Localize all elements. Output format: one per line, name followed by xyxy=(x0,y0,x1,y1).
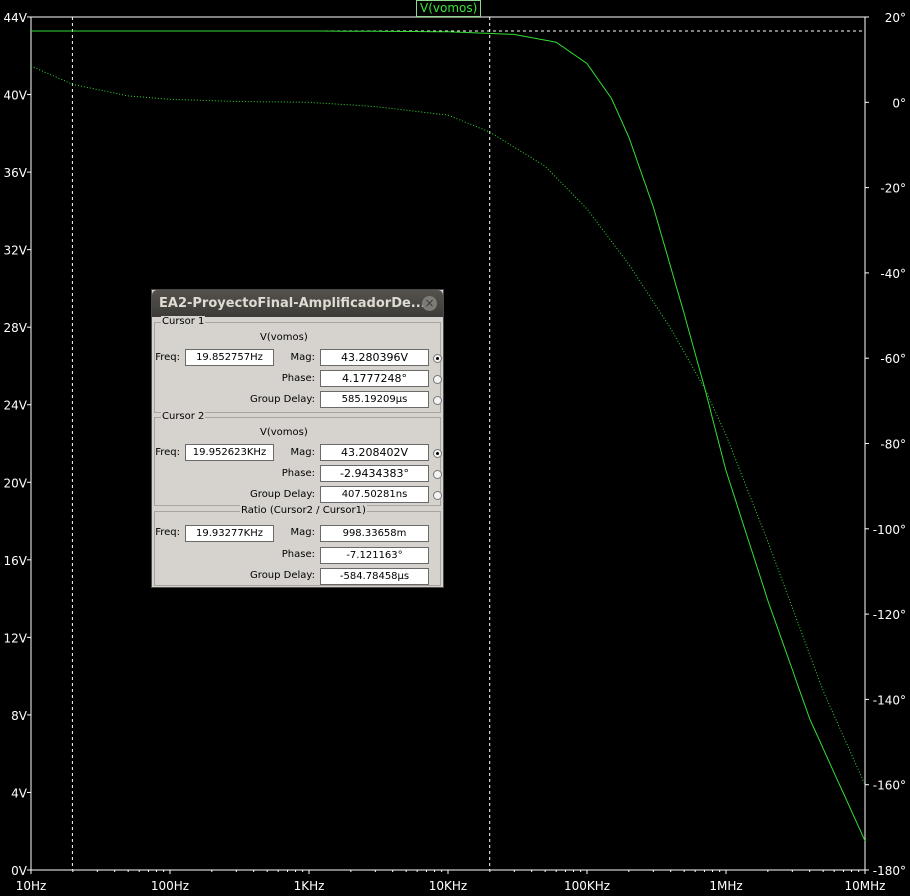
dialog-title-bar[interactable]: EA2-ProyectoFinal-AmplificadorDe... xyxy=(152,290,443,317)
y-right-tick-label: -40° xyxy=(880,267,906,281)
cursor1-gd-field[interactable]: 585.19209µs xyxy=(320,391,429,408)
cursor2-mag-radio[interactable] xyxy=(433,449,442,458)
waveform-plot[interactable]: 10Hz 100Hz 1KHz 10KHz 100KHz 1MHz 10MHz 44V 40V 3… xyxy=(0,0,910,896)
y-right-tick-label: 0° xyxy=(892,96,906,110)
x-tick-label: 100Hz xyxy=(151,879,189,893)
cursor1-gd-label: Group Delay: xyxy=(250,394,315,405)
cursor2-group: Cursor 2 V(vomos) Freq: 19.952623KHz Mag… xyxy=(154,411,442,506)
x-tick-label: 100KHz xyxy=(564,879,610,893)
ratio-phase-label: Phase: xyxy=(281,549,315,560)
close-icon[interactable]: × xyxy=(422,296,437,311)
y-right-tick-label: -60° xyxy=(880,352,906,366)
y-right-tick-label: -160° xyxy=(873,779,906,793)
ratio-group-label: Ratio (Cursor2 / Cursor1) xyxy=(240,505,367,517)
y-left-tick-label: 12V xyxy=(4,631,28,645)
cursor1-freq-field[interactable]: 19.852757Hz xyxy=(185,349,274,366)
cursor1-phase-field[interactable]: 4.1777248° xyxy=(320,370,429,387)
cursor1-group: Cursor 1 V(vomos) Freq: 19.852757Hz Mag:… xyxy=(154,316,442,413)
ratio-gd-label: Group Delay: xyxy=(250,570,315,581)
x-tick-label: 1MHz xyxy=(709,879,742,893)
cursor1-phase-label: Phase: xyxy=(281,373,315,384)
y-left-tick-label: 44V xyxy=(4,11,28,25)
cursor1-mag-field[interactable]: 43.280396V xyxy=(320,349,429,366)
cursor2-gd-radio[interactable] xyxy=(433,491,442,500)
ratio-group: Ratio (Cursor2 / Cursor1) Freq: 19.93277… xyxy=(154,505,441,586)
cursor2-freq-label: Freq: xyxy=(155,447,180,458)
y-right-tick-label: -180° xyxy=(873,864,906,878)
ratio-freq-label: Freq: xyxy=(155,527,180,538)
x-tick-label: 10MHz xyxy=(845,879,886,893)
y-right-tick-label: 20° xyxy=(885,11,906,25)
trace-title[interactable]: V(vomos) xyxy=(416,0,482,17)
y-left-tick-label: 28V xyxy=(4,321,28,335)
cursor2-phase-radio[interactable] xyxy=(433,470,442,479)
cursor1-mag-label: Mag: xyxy=(290,352,315,363)
cursor2-mag-label: Mag: xyxy=(290,447,315,458)
ratio-freq-field[interactable]: 19.93277KHz xyxy=(185,525,274,542)
ratio-mag-field[interactable]: 998.33658m xyxy=(320,525,429,542)
cursor1-trace-name: V(vomos) xyxy=(260,332,308,343)
cursor2-mag-field[interactable]: 43.208402V xyxy=(320,444,429,461)
y-right-tick-label: -20° xyxy=(880,182,906,196)
y-left-tick-label: 40V xyxy=(4,89,28,103)
cursor1-group-label: Cursor 1 xyxy=(161,316,206,328)
cursor2-freq-field[interactable]: 19.952623KHz xyxy=(185,444,274,461)
cursor1-gd-radio[interactable] xyxy=(433,396,442,405)
cursor1-phase-radio[interactable] xyxy=(433,375,442,384)
cursor-dialog: EA2-ProyectoFinal-AmplificadorDe... × Cu… xyxy=(151,289,444,588)
y-left-tick-label: 36V xyxy=(4,166,28,180)
y-left-tick-label: 4V xyxy=(11,786,28,800)
y-right-tick-label: -100° xyxy=(873,523,906,537)
y-left-tick-label: 8V xyxy=(11,709,28,723)
cursor2-group-label: Cursor 2 xyxy=(161,411,206,423)
y-left-tick-label: 0V xyxy=(11,864,28,878)
dialog-title: EA2-ProyectoFinal-AmplificadorDe... xyxy=(159,296,426,311)
y-left-tick-label: 16V xyxy=(4,554,28,568)
y-left-tick-label: 20V xyxy=(4,476,28,490)
ratio-gd-field[interactable]: -584.78458µs xyxy=(320,568,429,585)
y-left-tick-label: 32V xyxy=(4,244,28,258)
x-tick-label: 10KHz xyxy=(429,879,467,893)
y-left-tick-label: 24V xyxy=(4,399,28,413)
y-right-tick-label: -120° xyxy=(873,608,906,622)
cursor2-gd-label: Group Delay: xyxy=(250,489,315,500)
cursor1-freq-label: Freq: xyxy=(155,352,180,363)
cursor2-phase-field[interactable]: -2.9434383° xyxy=(320,465,429,482)
cursor2-gd-field[interactable]: 407.50281ns xyxy=(320,486,429,503)
y-right-tick-label: -80° xyxy=(880,438,906,452)
x-tick-label: 10Hz xyxy=(16,879,47,893)
cursor2-trace-name: V(vomos) xyxy=(260,427,308,438)
cursor1-mag-radio[interactable] xyxy=(433,354,442,363)
ratio-phase-field[interactable]: -7.121163° xyxy=(320,547,429,564)
ratio-mag-label: Mag: xyxy=(290,527,315,538)
y-right-tick-label: -140° xyxy=(873,693,906,707)
x-tick-label: 1KHz xyxy=(294,879,325,893)
cursor2-phase-label: Phase: xyxy=(281,468,315,479)
